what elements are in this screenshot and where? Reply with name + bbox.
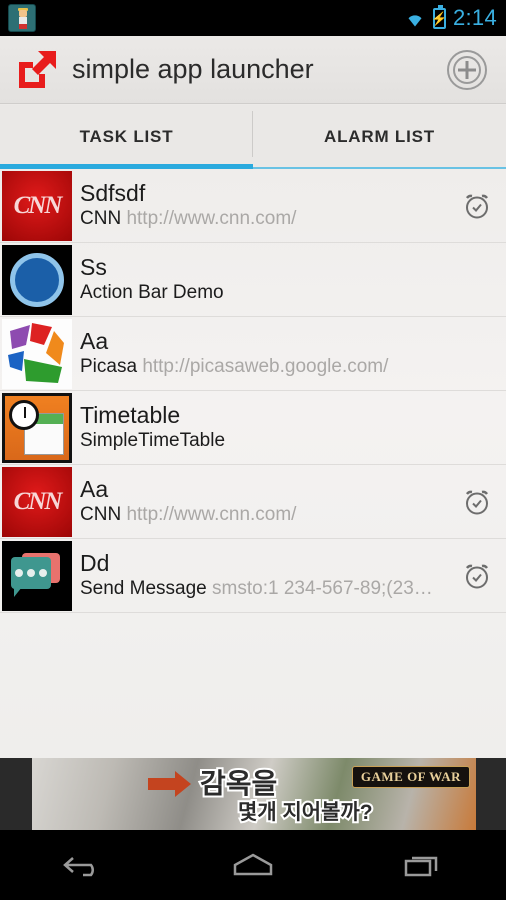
cnn-logo-text: CNN: [13, 191, 63, 219]
back-arrow-icon[interactable]: [0, 850, 169, 880]
row-subtitle: Send Message: [80, 577, 207, 599]
ad-banner[interactable]: 감옥을 몇개 지어볼까? GAME OF WAR: [0, 758, 506, 830]
tab-task-list[interactable]: TASK LIST: [0, 105, 253, 169]
row-subtitle-line: Action Bar Demo: [80, 281, 506, 305]
row-title: Aa: [80, 475, 109, 502]
table-row[interactable]: Dd Send Message smsto:1 234-567-89;(23…: [0, 539, 506, 613]
row-subtitle-line: Picasa http://picasaweb.google.com/: [80, 355, 506, 379]
tab-task-list-label: TASK LIST: [79, 127, 174, 146]
row-subtitle: CNN: [80, 207, 122, 229]
picasa-logo-icon: [2, 318, 72, 389]
row-title: Dd: [80, 549, 110, 576]
tab-alarm-list-label: ALARM LIST: [324, 127, 435, 146]
android-screen: ⚡ 2:14 simple app launcher TASK LIST ALA…: [0, 0, 506, 900]
cnn-logo-text: CNN: [13, 487, 63, 515]
row-url: http://www.cnn.com/: [126, 207, 297, 229]
table-row[interactable]: CNN Aa CNN http://www.cnn.com/: [0, 465, 506, 539]
messaging-icon: [2, 540, 72, 611]
wifi-icon: [404, 10, 426, 27]
row-subtitle: CNN: [80, 503, 122, 525]
row-title: Sdfsdf: [80, 179, 146, 206]
recent-apps-icon[interactable]: [337, 850, 506, 880]
row-subtitle-line: Send Message smsto:1 234-567-89;(23…: [80, 577, 462, 601]
row-text-block: Aa CNN http://www.cnn.com/: [80, 475, 462, 527]
row-subtitle: SimpleTimeTable: [80, 429, 226, 451]
table-row[interactable]: Timetable SimpleTimeTable: [0, 391, 506, 465]
row-title: Timetable: [80, 401, 181, 428]
row-url: http://www.cnn.com/: [126, 503, 297, 525]
row-url: http://picasaweb.google.com/: [142, 355, 389, 377]
row-url: smsto:1 234-567-89;(23…: [212, 577, 433, 599]
navigation-bar: [0, 830, 506, 900]
row-text-block: Ss Action Bar Demo: [80, 253, 506, 305]
status-bar-right-cluster: ⚡ 2:14: [404, 4, 506, 31]
row-text-block: Sdfsdf CNN http://www.cnn.com/: [80, 179, 462, 231]
alarm-clock-icon[interactable]: [462, 561, 492, 591]
tab-alarm-list[interactable]: ALARM LIST: [253, 105, 506, 169]
row-text-block: Timetable SimpleTimeTable: [80, 401, 506, 453]
battery-charging-icon: ⚡: [431, 4, 448, 29]
alarm-clock-icon[interactable]: [462, 487, 492, 517]
right-arrow-icon: [148, 771, 191, 797]
status-clock: 2:14: [452, 5, 497, 30]
table-row[interactable]: Ss Action Bar Demo: [0, 243, 506, 317]
ad-subline: 몇개 지어볼까?: [236, 799, 375, 826]
row-title: Ss: [80, 253, 107, 280]
alarm-clock-icon[interactable]: [462, 191, 492, 221]
row-subtitle-line: CNN http://www.cnn.com/: [80, 207, 462, 231]
row-subtitle: Picasa: [80, 355, 138, 377]
tab-bar: TASK LIST ALARM LIST: [0, 105, 506, 169]
action-bar-demo-icon: [2, 244, 72, 315]
ad-brand-logo: GAME OF WAR: [351, 766, 470, 788]
home-icon[interactable]: [169, 850, 338, 880]
cnn-logo-icon: CNN: [2, 170, 72, 241]
cnn-logo-icon: CNN: [2, 466, 72, 537]
row-subtitle-line: SimpleTimeTable: [80, 429, 506, 453]
status-bar: ⚡ 2:14: [0, 0, 506, 36]
game-character-icon: [8, 4, 36, 32]
row-text-block: Dd Send Message smsto:1 234-567-89;(23…: [80, 549, 462, 601]
row-subtitle-line: CNN http://www.cnn.com/: [80, 503, 462, 527]
task-list: CNN Sdfsdf CNN http://www.cnn.com/ Ss Ac…: [0, 169, 506, 758]
row-title: Aa: [80, 327, 109, 354]
table-row[interactable]: Aa Picasa http://picasaweb.google.com/: [0, 317, 506, 391]
circled-plus-icon[interactable]: [446, 49, 488, 91]
page-title: simple app launcher: [72, 54, 314, 84]
row-subtitle: Action Bar Demo: [80, 281, 224, 303]
launch-external-link-icon: [14, 47, 60, 93]
row-text-block: Aa Picasa http://picasaweb.google.com/: [80, 327, 506, 379]
action-bar: simple app launcher: [0, 36, 506, 104]
simple-timetable-icon: [2, 392, 72, 463]
table-row[interactable]: CNN Sdfsdf CNN http://www.cnn.com/: [0, 169, 506, 243]
